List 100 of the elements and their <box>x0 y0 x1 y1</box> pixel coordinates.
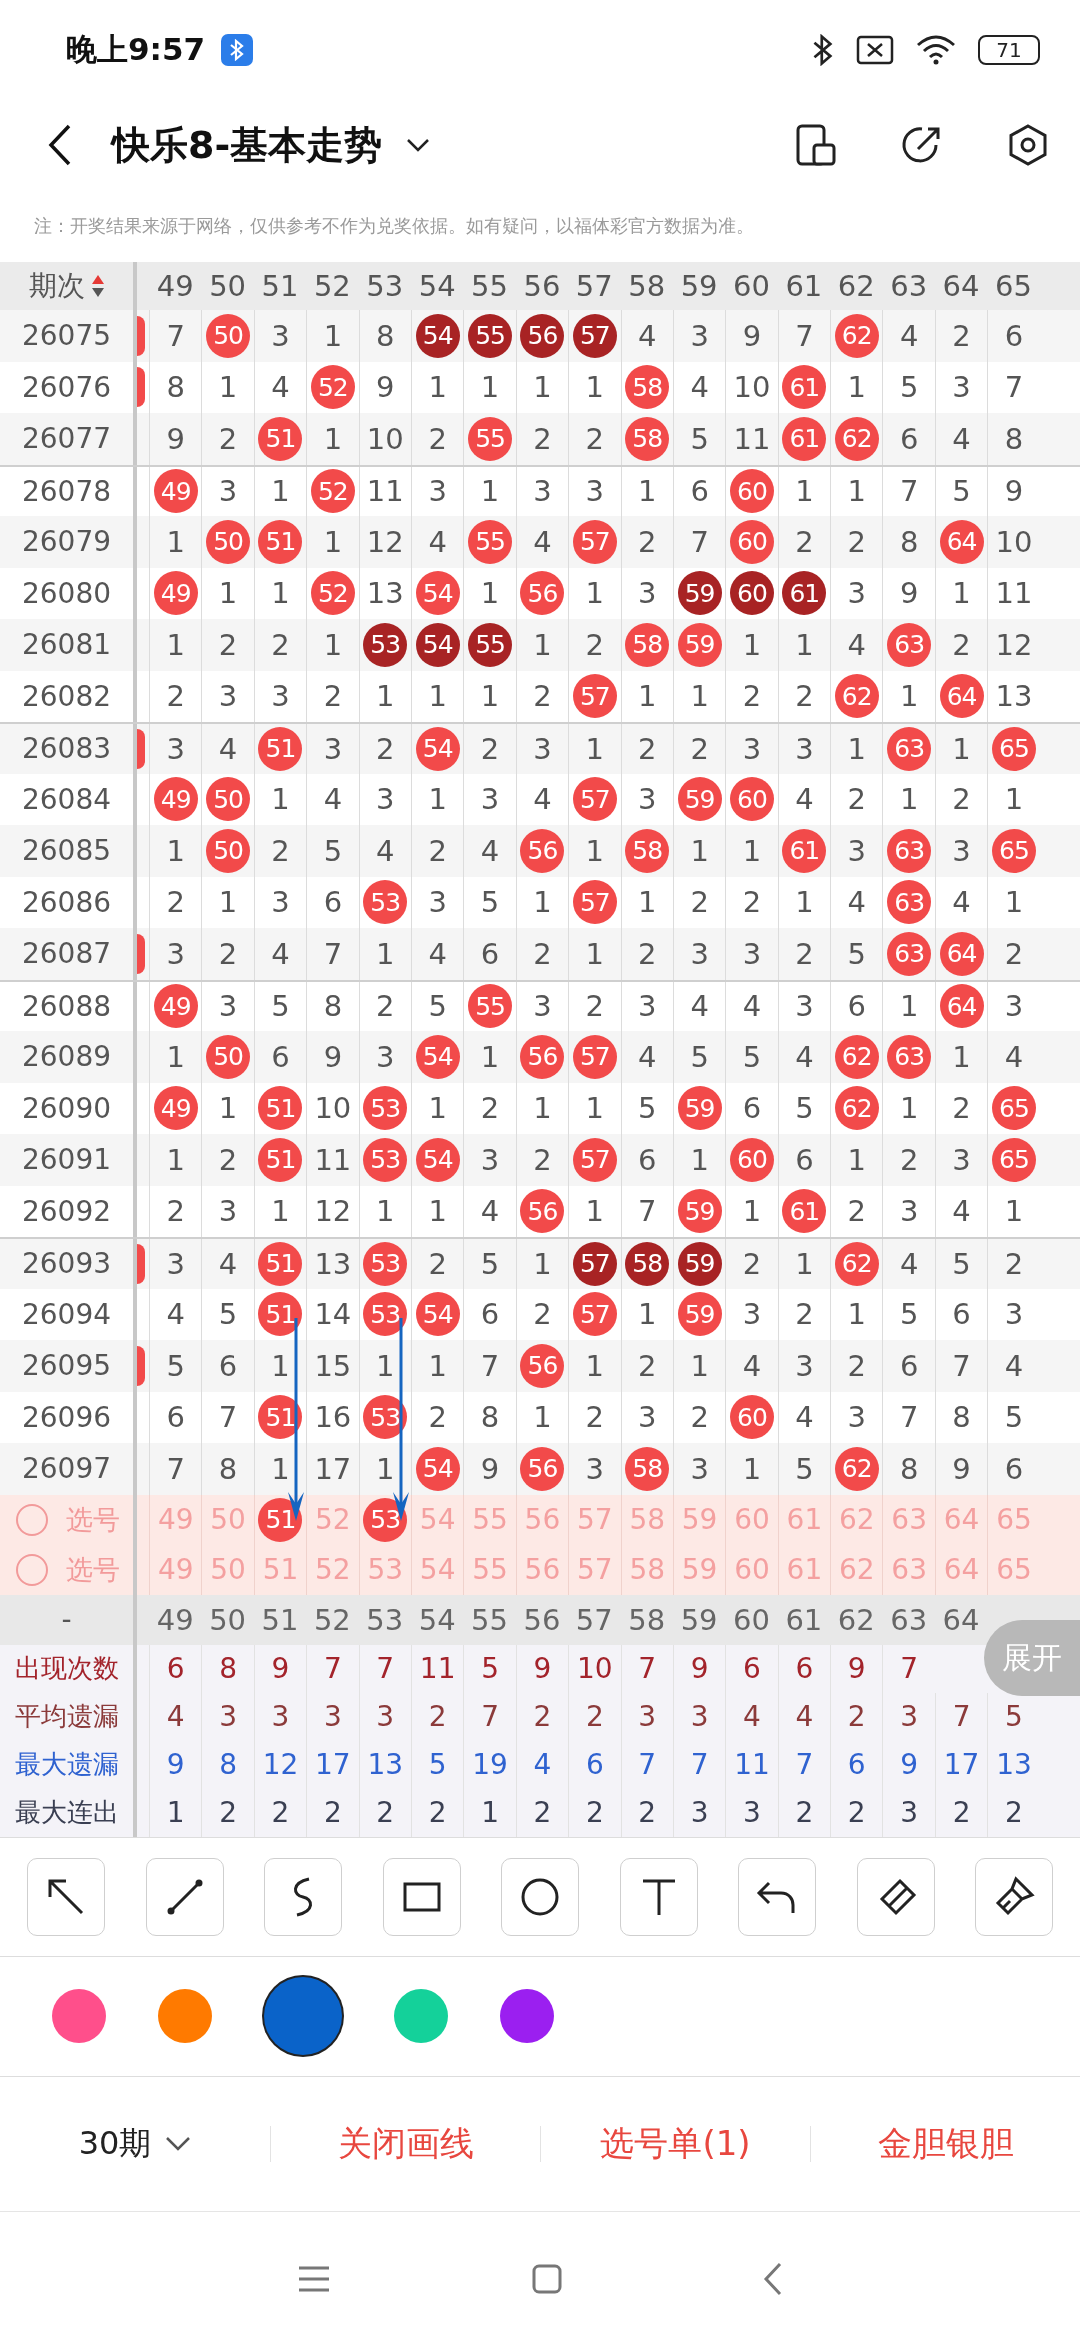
period-cell: 26089 <box>0 1031 137 1083</box>
pick-number[interactable]: 61 <box>777 1544 831 1595</box>
color-swatch[interactable] <box>52 1989 106 2043</box>
bluetooth-badge-icon <box>221 34 254 66</box>
pick-number[interactable]: 64 <box>934 1494 988 1545</box>
number-ball[interactable]: 51 <box>258 1497 303 1542</box>
stat-cell: 5 <box>463 1644 516 1693</box>
pick-number[interactable]: 59 <box>672 1494 726 1545</box>
color-swatch[interactable] <box>158 1989 212 2043</box>
pick-number[interactable]: 52 <box>306 1544 359 1595</box>
pick-number[interactable]: 62 <box>830 1544 883 1595</box>
back-icon[interactable] <box>48 124 72 166</box>
table-cell: 4 <box>987 1340 1040 1392</box>
undo-tool[interactable] <box>738 1857 816 1936</box>
pick-number[interactable]: 50 <box>201 1494 254 1545</box>
table-cell: 1 <box>568 724 621 774</box>
number-ball: 64 <box>939 931 984 976</box>
column-header: 58 <box>627 1601 667 1639</box>
table-cell: 1 <box>253 1443 307 1495</box>
action-button[interactable]: 选号单(1) <box>540 2125 810 2162</box>
menu-icon[interactable] <box>297 2264 331 2294</box>
table-cell: 7 <box>777 310 831 362</box>
text-tool[interactable] <box>619 1857 698 1936</box>
circle-tool[interactable] <box>501 1857 579 1936</box>
table-cell: 11 <box>725 413 778 465</box>
table-cell: 6 <box>253 1031 307 1083</box>
pick-number[interactable]: 56 <box>515 1544 569 1595</box>
pick-number[interactable]: 53 <box>358 1544 411 1595</box>
pick-number[interactable]: 56 <box>515 1494 569 1545</box>
number-ball: 53 <box>363 880 408 925</box>
number-ball: 54 <box>415 726 460 771</box>
table-cell: 1 <box>149 619 202 671</box>
action-button[interactable]: 关闭画线 <box>270 2125 540 2162</box>
table-cell: 1 <box>306 516 359 568</box>
pick-number[interactable]: 62 <box>830 1494 883 1545</box>
pick-number[interactable]: 61 <box>777 1494 831 1545</box>
phone-layout-icon[interactable] <box>794 123 838 167</box>
table-cell: 2 <box>515 928 569 980</box>
pick-number[interactable]: 60 <box>725 1494 778 1545</box>
pick-number[interactable]: 65 <box>987 1544 1040 1595</box>
line-tool[interactable] <box>145 1857 224 1936</box>
table-cell: 4 <box>830 619 883 671</box>
radio-button[interactable] <box>16 1503 48 1536</box>
stat-cell: 2 <box>306 1788 359 1837</box>
expand-button[interactable]: 展开 <box>984 1620 1080 1696</box>
color-swatch[interactable] <box>500 1989 554 2043</box>
pick-number[interactable]: 49 <box>149 1494 202 1545</box>
color-swatch[interactable] <box>394 1989 448 2043</box>
brush-tool[interactable] <box>975 1857 1053 1936</box>
stat-cell: 3 <box>725 1788 778 1837</box>
pick-number[interactable]: 49 <box>149 1544 202 1595</box>
number-ball: 53 <box>363 1086 408 1131</box>
home-icon[interactable] <box>531 2263 563 2295</box>
table-cell: 1 <box>777 1239 831 1289</box>
rectangle-tool[interactable] <box>382 1857 461 1936</box>
table-cell: 3 <box>934 1134 988 1186</box>
pick-number[interactable]: 55 <box>463 1494 516 1545</box>
number-ball: 59 <box>677 1086 722 1131</box>
pick-number[interactable]: 63 <box>882 1494 935 1545</box>
pick-number[interactable]: 50 <box>201 1544 254 1595</box>
pick-number[interactable]: 64 <box>934 1544 988 1595</box>
eraser-tool[interactable] <box>856 1857 935 1936</box>
table-cell: 5 <box>725 1031 778 1083</box>
pick-number[interactable]: 63 <box>882 1544 935 1595</box>
sort-icon[interactable] <box>90 274 105 298</box>
pick-number[interactable]: 60 <box>725 1544 778 1595</box>
table-cell: 5 <box>672 413 726 465</box>
stat-cell: 2 <box>934 1788 988 1837</box>
table-cell: 4 <box>201 724 254 774</box>
number-ball: 58 <box>625 416 670 461</box>
caret-icon[interactable] <box>406 138 431 152</box>
pick-number[interactable]: 58 <box>620 1544 673 1595</box>
table-cell: 3 <box>725 724 778 774</box>
number-ball: 56 <box>520 1343 565 1388</box>
pick-number[interactable]: 52 <box>306 1494 359 1545</box>
number-ball: 50 <box>206 828 251 873</box>
table-cell: 7 <box>672 516 726 568</box>
pick-number[interactable]: 58 <box>620 1494 673 1545</box>
table-cell: 1 <box>463 1031 516 1083</box>
action-button[interactable]: 金胆银胆 <box>810 2125 1080 2162</box>
stat-cell: 7 <box>358 1644 411 1693</box>
radio-button[interactable] <box>16 1553 48 1586</box>
pick-number[interactable]: 57 <box>568 1544 621 1595</box>
pick-number[interactable]: 57 <box>568 1494 621 1545</box>
pick-number[interactable]: 59 <box>672 1544 726 1595</box>
column-header: 50 <box>208 1601 248 1639</box>
pick-number[interactable]: 55 <box>463 1544 516 1595</box>
curve-tool[interactable] <box>264 1857 342 1936</box>
table-cell: 4 <box>515 516 569 568</box>
pick-number[interactable]: 54 <box>410 1494 464 1545</box>
arrow-tool[interactable] <box>27 1857 105 1936</box>
pick-number[interactable]: 51 <box>253 1544 307 1595</box>
number-ball[interactable]: 53 <box>363 1497 408 1542</box>
pick-number[interactable]: 65 <box>987 1494 1040 1545</box>
pick-number[interactable]: 54 <box>410 1544 464 1595</box>
period-dropdown[interactable]: 30期 <box>0 2120 270 2167</box>
color-swatch[interactable] <box>264 1977 342 2055</box>
column-header: 59 <box>679 268 719 305</box>
table-cell: 2 <box>830 516 883 568</box>
column-header: 53 <box>365 268 405 305</box>
